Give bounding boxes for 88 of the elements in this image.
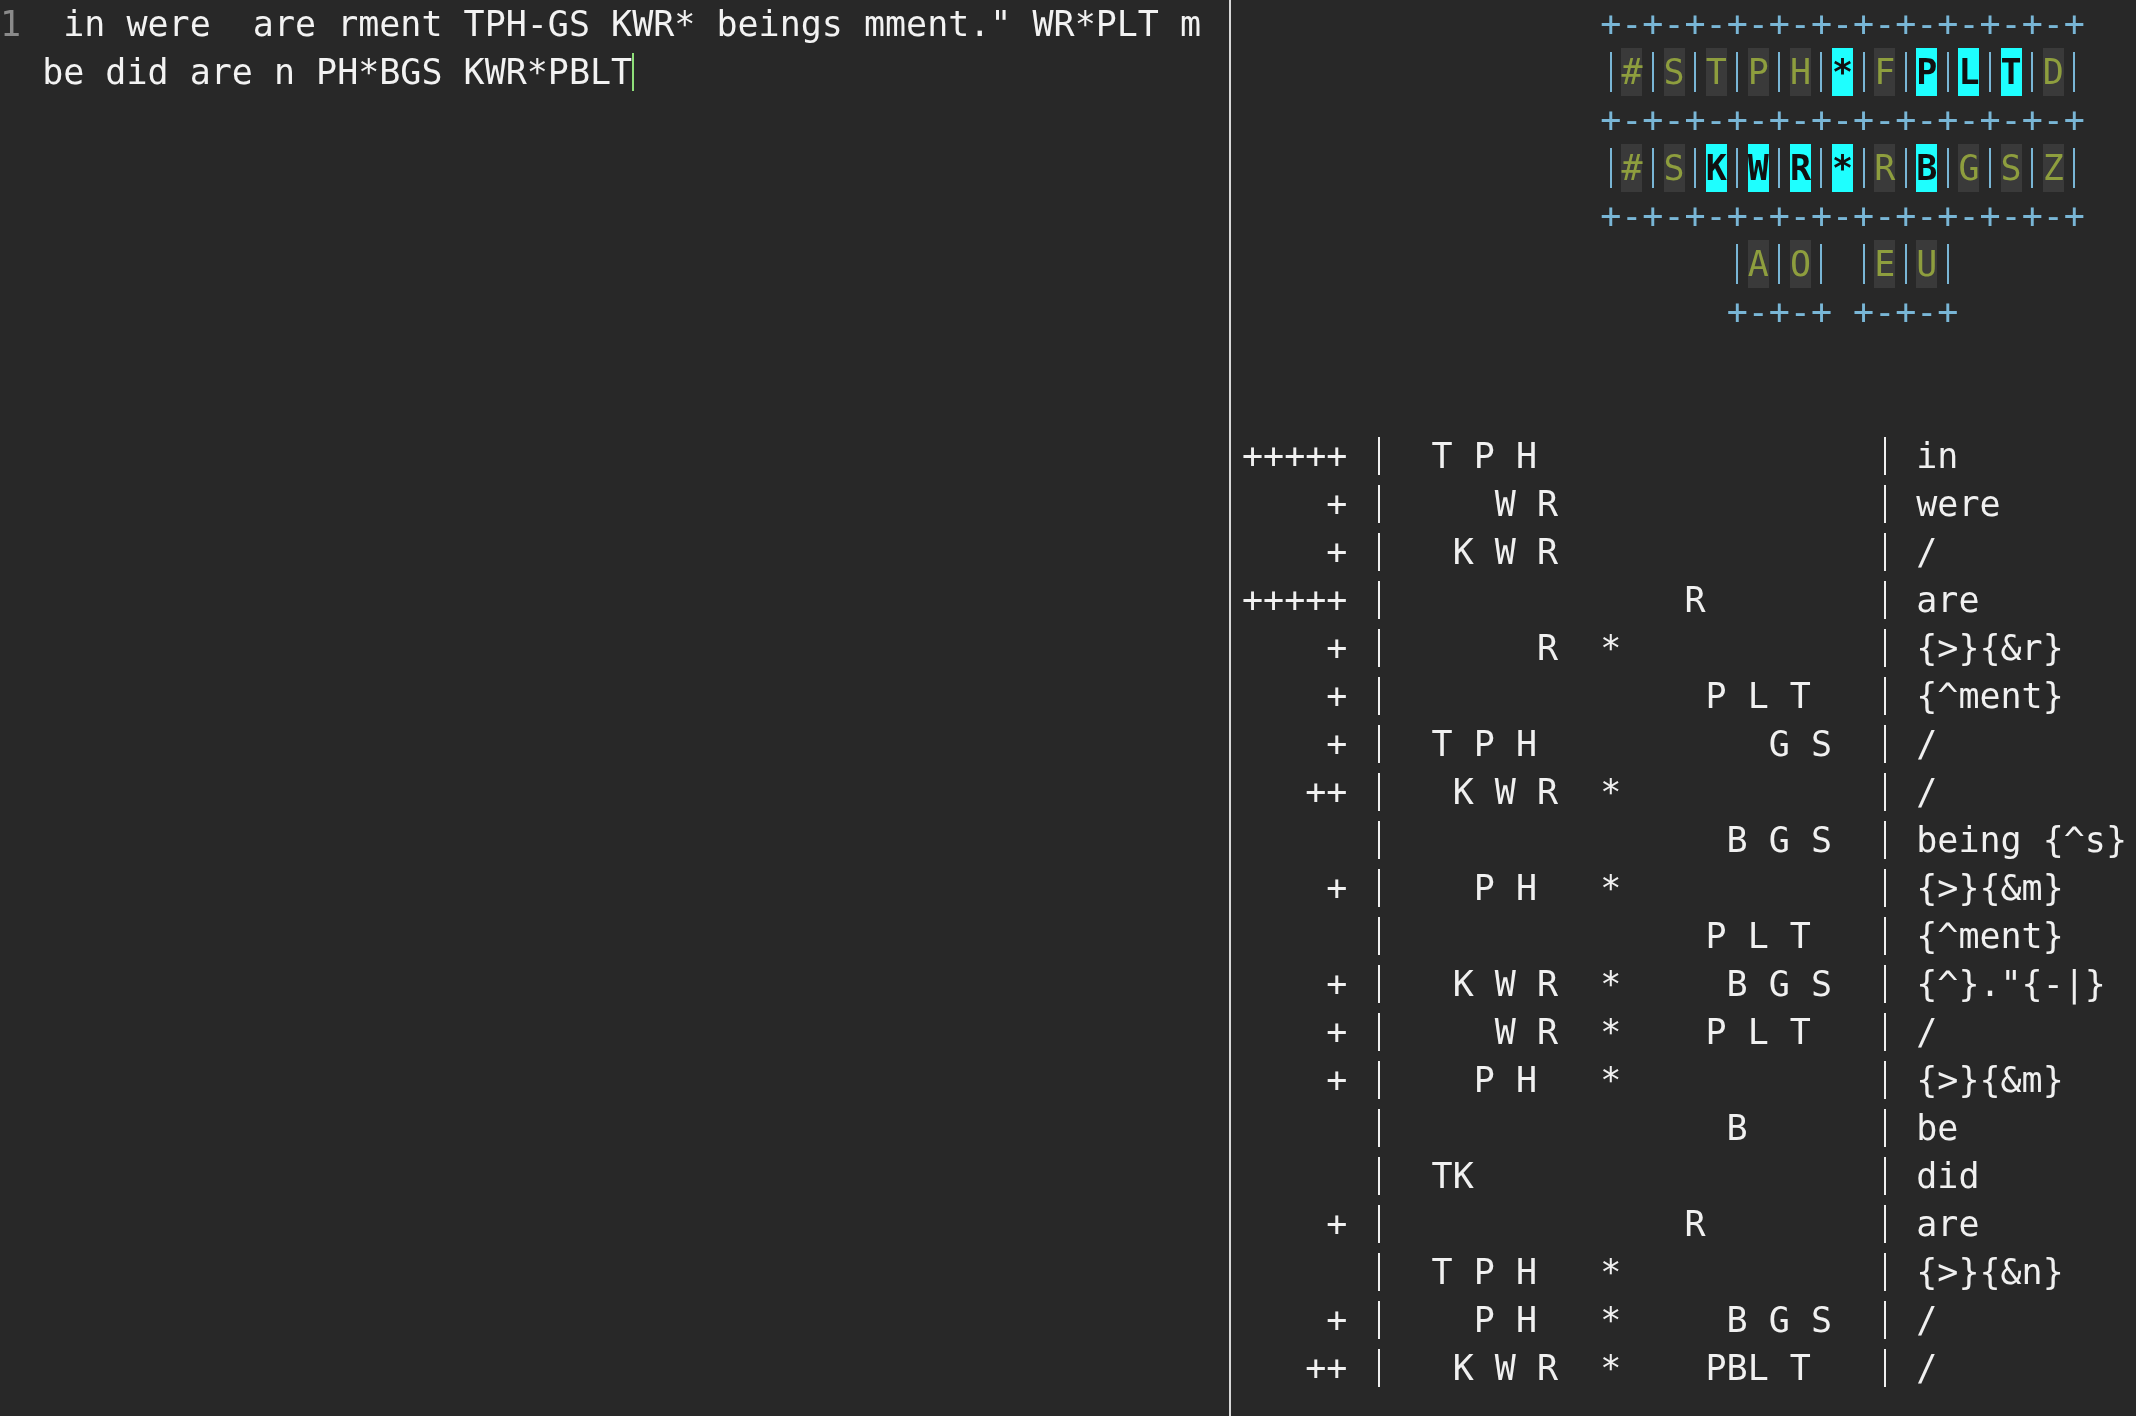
steno-stroke: K W R * bbox=[1452, 771, 1622, 814]
translation-text: being {^s} bbox=[1916, 819, 2127, 862]
stroke-marker: + bbox=[1326, 1299, 1348, 1342]
stroke-marker: + bbox=[1326, 963, 1348, 1006]
steno-stroke: T P H bbox=[1431, 435, 1537, 478]
stroke-marker: + bbox=[1326, 531, 1348, 574]
steno-key: E bbox=[1874, 240, 1896, 288]
line-number: 1 bbox=[0, 3, 22, 46]
translation-text: were bbox=[1916, 483, 2001, 526]
translation-text: {>}{&m} bbox=[1916, 867, 2064, 910]
translation-text: {^}."{-|} bbox=[1916, 963, 2106, 1007]
steno-stroke: B bbox=[1726, 1107, 1748, 1150]
steno-stroke: P H * bbox=[1473, 867, 1622, 910]
steno-key: H bbox=[1789, 48, 1811, 96]
ascii-border: +-+-+ +-+-+ bbox=[1726, 291, 1959, 334]
steno-key: O bbox=[1789, 240, 1811, 288]
steno-stroke: T P H * bbox=[1431, 1251, 1622, 1294]
steno-key: R bbox=[1789, 144, 1811, 192]
translation-text: / bbox=[1916, 1011, 1938, 1054]
stroke-marker: +++++ bbox=[1242, 579, 1348, 622]
stroke-marker: + bbox=[1326, 675, 1348, 718]
steno-key: # bbox=[1621, 48, 1643, 96]
translation-text: / bbox=[1916, 1347, 1938, 1390]
steno-stroke: W R bbox=[1494, 483, 1559, 526]
steno-stroke: R bbox=[1684, 579, 1706, 622]
steno-key: F bbox=[1874, 48, 1896, 96]
steno-key: B bbox=[1916, 144, 1938, 192]
translation-text: / bbox=[1916, 723, 1938, 766]
steno-key: T bbox=[2000, 48, 2022, 96]
steno-stroke: K W R * PBL T bbox=[1452, 1347, 1811, 1390]
steno-stroke: P H * B G S bbox=[1473, 1299, 1832, 1342]
steno-key: * bbox=[1832, 48, 1854, 96]
translation-text: in bbox=[1916, 435, 1959, 478]
steno-key: S bbox=[2000, 144, 2022, 192]
translation-text: are bbox=[1916, 579, 1980, 622]
steno-key: D bbox=[2042, 48, 2064, 96]
translation-text: {>}{&r} bbox=[1916, 627, 2064, 670]
ascii-border: +-+-+-+-+-+-+-+-+-+-+-+ bbox=[1600, 3, 2085, 46]
translation-text: / bbox=[1916, 771, 1938, 814]
steno-key: S bbox=[1663, 144, 1685, 192]
stroke-marker: + bbox=[1326, 867, 1348, 910]
stroke-marker: + bbox=[1326, 483, 1348, 526]
steno-key: Z bbox=[2042, 144, 2064, 192]
steno-stroke: T P H G S bbox=[1431, 723, 1832, 766]
stroke-marker: + bbox=[1326, 1059, 1348, 1102]
ascii-border: +-+-+-+-+-+-+-+-+-+-+-+ bbox=[1600, 99, 2085, 142]
steno-key: A bbox=[1747, 240, 1769, 288]
steno-key: L bbox=[1958, 48, 1980, 96]
steno-stroke: R * bbox=[1536, 627, 1622, 670]
translation-text: / bbox=[1916, 1299, 1938, 1342]
stroke-marker: + bbox=[1326, 1203, 1348, 1246]
ascii-border: +-+-+-+-+-+-+-+-+-+-+-+ bbox=[1600, 195, 2085, 238]
translation-text: be bbox=[1916, 1107, 1959, 1150]
translation-text: / bbox=[1916, 531, 1938, 574]
steno-key: R bbox=[1874, 144, 1896, 192]
editor-text: be did are n PH*BGS KWR*PBLT bbox=[42, 51, 633, 94]
translation-text: {^ment} bbox=[1916, 915, 2064, 958]
steno-stroke: P L T bbox=[1705, 675, 1811, 718]
steno-key: K bbox=[1705, 144, 1727, 192]
steno-stroke: K W R bbox=[1452, 531, 1559, 574]
steno-key: U bbox=[1916, 240, 1938, 288]
steno-stroke: TK bbox=[1431, 1155, 1474, 1198]
text-cursor bbox=[632, 53, 635, 91]
editor-text: in were are rment TPH-GS KWR* beings mment." WR*PLT m bbox=[63, 3, 1202, 46]
stroke-marker: ++ bbox=[1305, 771, 1348, 814]
steno-stroke: W R * P L T bbox=[1494, 1011, 1811, 1054]
steno-stroke: B G S bbox=[1726, 819, 1832, 862]
stroke-marker: +++++ bbox=[1242, 435, 1348, 478]
translation-text: are bbox=[1916, 1203, 1980, 1246]
stroke-marker: + bbox=[1326, 1011, 1348, 1054]
steno-key: # bbox=[1621, 144, 1643, 192]
translation-text: {>}{&m} bbox=[1916, 1059, 2064, 1102]
stroke-marker: ++ bbox=[1305, 1347, 1348, 1390]
stroke-marker: + bbox=[1326, 723, 1348, 766]
translation-text: {^ment} bbox=[1916, 675, 2064, 718]
steno-stroke: P L T bbox=[1705, 915, 1811, 958]
steno-key: T bbox=[1705, 48, 1727, 96]
steno-stroke: P H * bbox=[1473, 1059, 1622, 1102]
steno-key: G bbox=[1958, 144, 1980, 192]
translation-text: did bbox=[1916, 1155, 1980, 1198]
steno-stroke: R bbox=[1684, 1203, 1706, 1246]
steno-key: P bbox=[1916, 48, 1938, 96]
translation-text: {>}{&n} bbox=[1916, 1251, 2064, 1294]
steno-key: P bbox=[1747, 48, 1769, 96]
steno-key: * bbox=[1832, 144, 1854, 192]
steno-key: S bbox=[1663, 48, 1685, 96]
stroke-marker: + bbox=[1326, 627, 1348, 670]
steno-stroke: K W R * B G S bbox=[1452, 963, 1832, 1006]
